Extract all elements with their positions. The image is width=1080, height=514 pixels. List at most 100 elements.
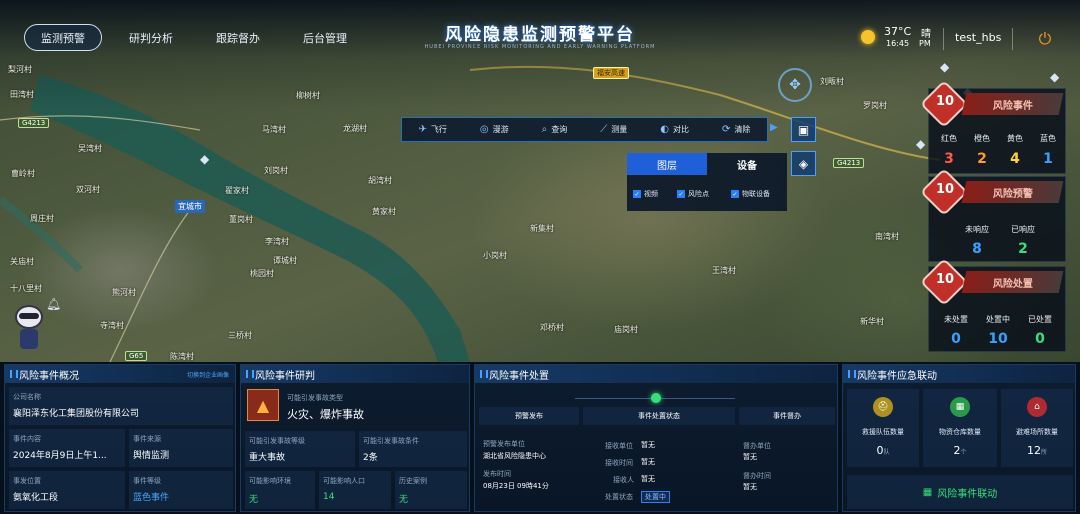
tool-fly[interactable]: ✈ 飞行 [419, 124, 447, 135]
resource-card[interactable]: ⌂ 避难场所数量 12所 [1001, 389, 1073, 467]
clear-icon: ⟳ [722, 124, 731, 135]
place-label: 李湾村 [265, 237, 289, 246]
toolbox-button[interactable]: ▣ [791, 117, 816, 142]
sun-icon [861, 30, 875, 44]
field-label: 可能引发事故等级 [249, 437, 305, 445]
tool-roam[interactable]: ◎ 漫游 [480, 124, 509, 135]
level-value-blue: 1 [1043, 151, 1053, 167]
receive-time: 暂无 [641, 458, 655, 466]
panel-title: 风险事件处置 [475, 365, 837, 383]
info-cell: 事发位置 氨氧化工段 [9, 471, 125, 509]
checkbox-iot-device[interactable]: ✓ 物联设备 [731, 189, 770, 199]
resource-unit: 所 [1040, 449, 1047, 456]
tool-label: 清除 [734, 125, 751, 134]
fire-icon: ▲ [247, 389, 279, 421]
place-label: 谭城村 [273, 256, 297, 265]
layers-button[interactable]: ◈ [791, 151, 816, 176]
grid-icon: ▦ [922, 486, 933, 498]
road-shield: G65 [125, 351, 148, 361]
toolbar-arrow-icon: ▶ [770, 122, 778, 133]
place-label: 马湾村 [262, 125, 286, 134]
user-name[interactable]: test_hbs [955, 31, 1001, 44]
panel-event-handling: 风险事件处置 预警发布 事件处置状态 事件督办 预警发布单位 湖北省风险隐患中心… [474, 364, 838, 512]
panel-emergency-linkage: 风险事件应急联动 ⛑ 救援队伍数量 0队 ▦ 物资仓库数量 2个 ⌂ 避难场所数… [842, 364, 1076, 512]
switch-portrait-link[interactable]: 切换到企业画像 [187, 370, 229, 379]
tab-layers[interactable]: 图层 [627, 153, 707, 175]
place-label: 南湾村 [875, 232, 899, 241]
panel-event-analysis: 风险事件研判 ▲ 可能引发事故类型 火灾、爆炸事故 可能引发事故等级 重大事故 … [240, 364, 470, 512]
resource-value: 2个 [923, 444, 997, 457]
place-label: 董岗村 [229, 215, 253, 224]
checkbox-video[interactable]: ✓ 视频 [633, 189, 658, 199]
col-header: 事件处置状态 [583, 407, 735, 425]
place-label: 翟家村 [225, 186, 249, 195]
place-label: 黄家村 [372, 207, 396, 216]
bell-icon[interactable]: 🔔︎ [46, 297, 61, 311]
map-marker-icon[interactable]: ◆ [1050, 70, 1059, 84]
compass-icon[interactable]: ✥ [778, 68, 812, 102]
place-label: 双河村 [76, 185, 100, 194]
map-marker-icon[interactable]: ◆ [916, 137, 925, 151]
field-label: 督办单位 [743, 442, 771, 450]
tool-label: 查询 [551, 125, 568, 134]
resource-card[interactable]: ▦ 物资仓库数量 2个 [923, 389, 997, 467]
progress-dot-icon [651, 393, 661, 403]
map-marker-icon[interactable]: ◆ [200, 152, 209, 166]
risk-warnings-card[interactable]: 10 风险预警 未响应 已响应 8 2 [919, 167, 1066, 262]
info-cell: 可能影响人口 14 [319, 471, 391, 509]
nav-monitoring[interactable]: 监测预警 [24, 24, 102, 51]
tool-clear[interactable]: ⟳ 清除 [722, 124, 750, 135]
place-label: 新华村 [860, 317, 884, 326]
place-label: 梨河村 [8, 65, 32, 74]
info-cell: 可能引发事故条件 2条 [359, 431, 467, 467]
event-level: 蓝色事件 [133, 493, 170, 503]
place-label: 邓桥村 [540, 323, 564, 332]
col-header: 预警发布 [479, 407, 579, 425]
accident-type: 火灾、爆炸事故 [287, 408, 364, 421]
env-impact: 无 [249, 495, 259, 505]
nav-admin[interactable]: 后台管理 [292, 24, 358, 51]
measure-icon: ⟋ [600, 124, 608, 135]
field-label: 处置状态 [605, 493, 633, 501]
place-label: 熊河村 [112, 288, 136, 297]
nav-analysis[interactable]: 研判分析 [118, 24, 184, 51]
field-label: 预警发布单位 [483, 440, 525, 448]
place-label: 十八里村 [10, 284, 42, 293]
risk-warnings-title-bar: 风险预警 [961, 181, 1064, 203]
tool-query[interactable]: ⌕ 查询 [542, 124, 568, 135]
warehouse-icon: ▦ [950, 397, 970, 417]
supervise-unit: 暂无 [743, 453, 757, 461]
field-label: 接收单位 [605, 442, 633, 450]
satellite-map[interactable]: 梨河村 田湾村 柳树村 龙湖村 马湾村 刘岗村 胡湾村 黄家村 曹岭村 周庄村 … [0, 0, 1080, 362]
weather-temp: 37°C [884, 25, 912, 38]
emergency-linkage-button[interactable]: ▦ 风险事件联动 [847, 475, 1073, 509]
tool-measure[interactable]: ⟋ 测量 [600, 124, 627, 135]
place-label: 小岗村 [483, 251, 507, 260]
header-divider [943, 28, 944, 50]
col-header: 事件督办 [739, 407, 835, 425]
level-value-yellow: 4 [1010, 151, 1020, 167]
checkbox-risk-point[interactable]: ✓ 风险点 [677, 189, 709, 199]
level-label: 黄色 [1007, 134, 1023, 143]
place-label: 新集村 [530, 224, 554, 233]
tab-devices[interactable]: 设备 [707, 153, 787, 175]
risk-handling-card[interactable]: 10 风险处置 未处置 处置中 已处置 0 10 0 [919, 257, 1066, 352]
place-label: 关庙村 [10, 257, 34, 266]
mascot-avatar[interactable] [12, 305, 46, 351]
nav-tracking[interactable]: 跟踪督办 [205, 24, 271, 51]
event-content: 2024年8月9日上午1... [13, 451, 107, 461]
event-source: 舆情监测 [133, 451, 170, 461]
map-marker-icon[interactable]: ◆ [940, 60, 949, 74]
risk-events-card[interactable]: 10 风险事件 红色 橙色 黄色 蓝色 3 2 4 1 [919, 79, 1066, 174]
risk-warnings-count: 10 [935, 182, 955, 197]
level-value-orange: 2 [977, 151, 987, 167]
tool-compare[interactable]: ◐ 对比 [660, 124, 689, 135]
power-icon[interactable]: ⏻ [1032, 26, 1058, 52]
resource-unit: 个 [960, 449, 967, 456]
place-label: 桃园村 [250, 269, 274, 278]
panel-title: 风险事件应急联动 [843, 365, 1075, 383]
resource-card[interactable]: ⛑ 救援队伍数量 0队 [847, 389, 919, 467]
tool-label: 测量 [611, 125, 628, 134]
checkbox-label: 物联设备 [742, 190, 770, 198]
level-label: 红色 [941, 134, 957, 143]
